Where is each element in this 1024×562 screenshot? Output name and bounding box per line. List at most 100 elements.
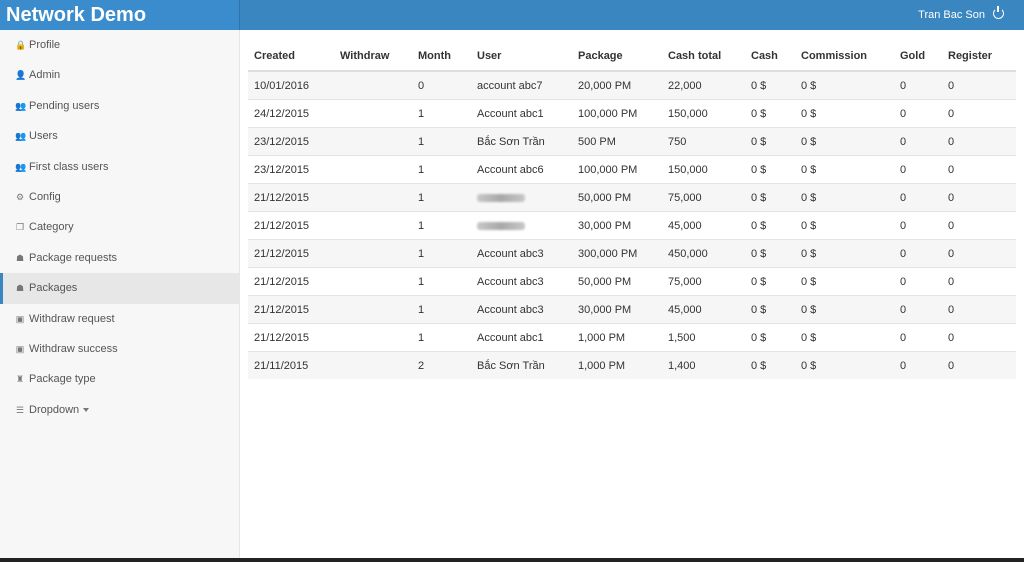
sidebar-item-package-type[interactable]: ♜ Package type — [0, 364, 239, 394]
sitemap-icon: ☗ — [15, 283, 25, 294]
sidebar-item-dropdown[interactable]: ☰ Dropdown — [0, 395, 239, 425]
sidebar-item-profile[interactable]: 🔒 Profile — [0, 30, 239, 60]
cell-register: 0 — [942, 351, 1016, 379]
column-header-cash[interactable]: Cash — [745, 42, 795, 72]
table-row[interactable]: 21/12/2015 1 Account abc3 300,000 PM 450,000… — [248, 239, 1016, 268]
redacted-user-name — [477, 193, 525, 202]
cell-cash-total: 150,000 — [662, 155, 745, 184]
cell-user: Account abc6 — [471, 155, 572, 184]
column-header-withdraw[interactable]: Withdraw — [334, 42, 412, 72]
cell-created: 21/12/2015 — [248, 239, 334, 268]
cell-withdraw — [334, 127, 412, 156]
cell-cash-total: 75,000 — [662, 267, 745, 296]
table-row[interactable]: 21/12/2015 1 Account abc3 30,000 PM 45,000 0 … — [248, 295, 1016, 324]
cell-withdraw — [334, 155, 412, 184]
table-row[interactable]: 21/12/2015 1 Account abc3 50,000 PM 75,000 0 … — [248, 267, 1016, 296]
cell-gold: 0 — [894, 351, 942, 379]
user-name[interactable]: Tran Bac Son — [918, 9, 985, 21]
users-icon: 👥 — [15, 131, 27, 142]
cell-commission: 0 $ — [795, 295, 894, 324]
cell-cash-total: 22,000 — [662, 70, 745, 100]
cell-gold: 0 — [894, 267, 942, 296]
cell-package: 20,000 PM — [572, 70, 662, 100]
cell-month: 1 — [412, 155, 471, 184]
sidebar-item-category[interactable]: ❐ Category — [0, 212, 239, 242]
sidebar-item-users[interactable]: 👥 Users — [0, 121, 239, 151]
cell-cash-total: 45,000 — [662, 211, 745, 240]
cell-register: 0 — [942, 323, 1016, 352]
cell-withdraw — [334, 323, 412, 352]
sitemap-icon: ☗ — [15, 252, 25, 263]
money-icon: ▣ — [15, 343, 25, 354]
cell-created: 21/12/2015 — [248, 267, 334, 296]
cell-package: 300,000 PM — [572, 239, 662, 268]
cell-month: 1 — [412, 239, 471, 268]
column-header-package[interactable]: Package — [572, 42, 662, 72]
column-header-register[interactable]: Register — [942, 42, 1016, 72]
table-row[interactable]: 23/12/2015 1 Account abc6 100,000 PM 150,000… — [248, 155, 1016, 184]
sidebar-item-pending-users[interactable]: 👥 Pending users — [0, 91, 239, 121]
column-header-month[interactable]: Month — [412, 42, 471, 72]
cell-commission: 0 $ — [795, 211, 894, 240]
cell-created: 23/12/2015 — [248, 155, 334, 184]
cell-withdraw — [334, 351, 412, 379]
cell-cash: 0 $ — [745, 267, 795, 296]
cell-package: 1,000 PM — [572, 351, 662, 379]
cell-commission: 0 $ — [795, 239, 894, 268]
column-header-user[interactable]: User — [471, 42, 572, 72]
cell-user — [471, 183, 572, 212]
cell-package: 1,000 PM — [572, 323, 662, 352]
cell-register: 0 — [942, 183, 1016, 212]
cell-cash: 0 $ — [745, 155, 795, 184]
cell-month: 1 — [412, 323, 471, 352]
cell-register: 0 — [942, 295, 1016, 324]
cell-commission: 0 $ — [795, 70, 894, 100]
cell-month: 1 — [412, 127, 471, 156]
cell-gold: 0 — [894, 211, 942, 240]
sidebar-item-first-class-users[interactable]: 👥 First class users — [0, 152, 239, 182]
cell-package: 500 PM — [572, 127, 662, 156]
cell-gold: 0 — [894, 99, 942, 128]
cell-commission: 0 $ — [795, 127, 894, 156]
cell-package: 50,000 PM — [572, 183, 662, 212]
column-header-created[interactable]: Created — [248, 42, 334, 72]
sidebar-item-withdraw-success[interactable]: ▣ Withdraw success — [0, 334, 239, 364]
gears-icon: ⚙ — [15, 191, 25, 202]
cell-withdraw — [334, 70, 412, 100]
table-row[interactable]: 10/01/2016 0 account abc7 20,000 PM 22,000 0 … — [248, 70, 1016, 100]
window-bottom-edge — [0, 558, 1024, 562]
top-navbar: Network Demo Tran Bac Son — [0, 0, 1024, 30]
table-row[interactable]: 21/11/2015 2 Bắc Sơn Trần 1,000 PM 1,400 0 $0… — [248, 351, 1016, 379]
sidebar-item-packages[interactable]: ☗ Packages — [0, 273, 239, 304]
power-icon[interactable] — [993, 6, 1004, 19]
cell-package: 30,000 PM — [572, 295, 662, 324]
table-row[interactable]: 21/12/2015 1 Account abc1 1,000 PM 1,500 0 $0… — [248, 323, 1016, 352]
cell-gold: 0 — [894, 70, 942, 100]
sidebar-item-withdraw-request[interactable]: ▣ Withdraw request — [0, 304, 239, 334]
sidebar-item-package-requests[interactable]: ☗ Package requests — [0, 243, 239, 273]
table-row[interactable]: 21/12/2015 1 30,000 PM 45,000 0 $0 $0 0 — [248, 211, 1016, 240]
cell-register: 0 — [942, 239, 1016, 268]
column-header-gold[interactable]: Gold — [894, 42, 942, 72]
column-header-cash-total[interactable]: Cash total — [662, 42, 745, 72]
cell-commission: 0 $ — [795, 351, 894, 379]
cell-cash-total: 1,400 — [662, 351, 745, 379]
cell-cash-total: 450,000 — [662, 239, 745, 268]
trophy-icon: ♜ — [15, 374, 25, 385]
cell-created: 21/12/2015 — [248, 211, 334, 240]
app-brand[interactable]: Network Demo — [0, 0, 240, 30]
cell-register: 0 — [942, 99, 1016, 128]
redacted-user-name — [477, 221, 525, 230]
sidebar-item-admin[interactable]: 👤 Admin — [0, 60, 239, 90]
cell-cash: 0 $ — [745, 239, 795, 268]
cell-package: 30,000 PM — [572, 211, 662, 240]
table-row[interactable]: 21/12/2015 1 50,000 PM 75,000 0 $0 $0 0 — [248, 183, 1016, 212]
user-menu[interactable]: Tran Bac Son — [918, 0, 1004, 30]
table-row[interactable]: 24/12/2015 1 Account abc1 100,000 PM 150,000… — [248, 99, 1016, 128]
users-icon: 👥 — [15, 100, 27, 111]
cell-cash-total: 1,500 — [662, 323, 745, 352]
table-row[interactable]: 23/12/2015 1 Bắc Sơn Trần 500 PM 750 0 $0 $0 0 — [248, 127, 1016, 156]
sidebar-item-config[interactable]: ⚙ Config — [0, 182, 239, 212]
column-header-commission[interactable]: Commission — [795, 42, 894, 72]
cell-created: 10/01/2016 — [248, 70, 334, 100]
